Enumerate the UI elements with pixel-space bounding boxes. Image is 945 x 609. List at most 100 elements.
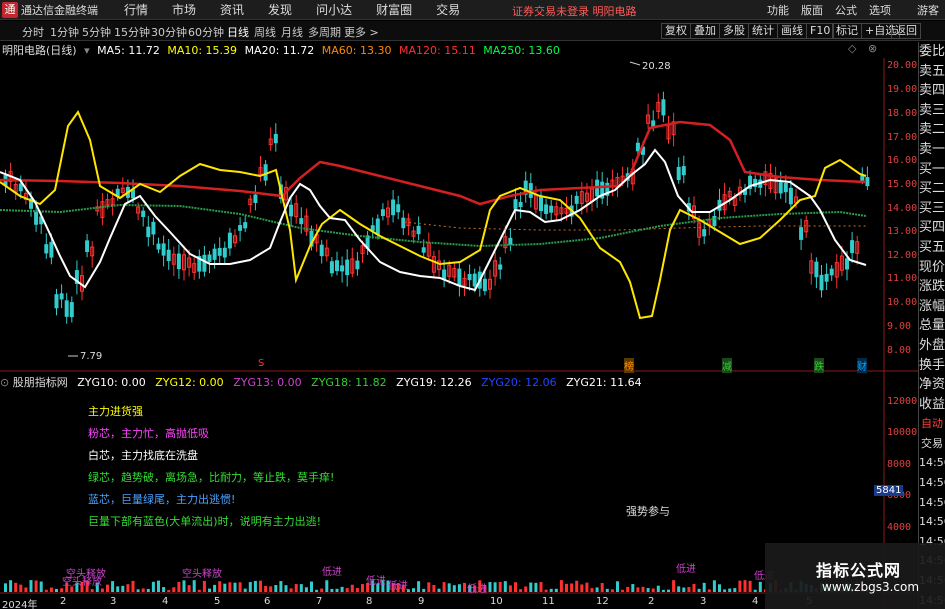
f10-button[interactable]: F10 bbox=[806, 23, 835, 39]
menu-item-trade[interactable]: 交易 bbox=[424, 1, 472, 18]
side-item[interactable]: 卖五 bbox=[919, 62, 945, 82]
tab-daily[interactable]: 日线 bbox=[227, 24, 249, 40]
menu-function[interactable]: 功能 bbox=[761, 2, 795, 18]
tab-multi-period[interactable]: 多周期 bbox=[308, 24, 341, 40]
indicator-bar bbox=[106, 584, 109, 592]
candle-body bbox=[44, 244, 49, 254]
side-item[interactable]: 收益 bbox=[919, 395, 945, 415]
candle-body bbox=[243, 222, 248, 229]
menu-formula[interactable]: 公式 bbox=[829, 2, 863, 18]
tab-monthly[interactable]: 月线 bbox=[281, 24, 303, 40]
side-item[interactable]: 外盘 bbox=[919, 336, 945, 356]
restore-rights-button[interactable]: 复权 bbox=[661, 23, 691, 39]
side-item[interactable]: 交易 bbox=[919, 434, 945, 454]
side-item[interactable]: 卖四 bbox=[919, 81, 945, 101]
zyg19-label: ZYG19: 12.26 bbox=[396, 376, 472, 389]
side-item[interactable]: 14:56 bbox=[919, 493, 945, 513]
multi-stock-button[interactable]: 多股 bbox=[719, 23, 749, 39]
note-3: 白芯，主力找底在洗盘 bbox=[88, 449, 198, 462]
tab-60min[interactable]: 60分钟 bbox=[188, 24, 224, 40]
ma5-line bbox=[0, 148, 867, 292]
side-item[interactable]: 卖三 bbox=[919, 101, 945, 121]
side-item[interactable]: 卖二 bbox=[919, 120, 945, 140]
side-item[interactable]: 买三 bbox=[919, 199, 945, 219]
menu-item-news[interactable]: 资讯 bbox=[208, 1, 256, 18]
side-item[interactable]: 卖一 bbox=[919, 140, 945, 160]
legend-toggle-icon[interactable]: ▾ bbox=[84, 44, 90, 57]
indicator-bar bbox=[447, 583, 451, 592]
indicator-bar bbox=[631, 584, 635, 592]
candle-body bbox=[401, 217, 406, 229]
note-5: 蓝芯，巨量绿尾，主力出逃惯! bbox=[88, 493, 236, 506]
draw-line-button[interactable]: 画线 bbox=[777, 23, 807, 39]
side-item[interactable]: 14:56 bbox=[919, 512, 945, 532]
chart-settings-icon[interactable]: ◇ bbox=[848, 42, 856, 55]
side-item[interactable]: 换手 bbox=[919, 356, 945, 376]
back-button[interactable]: 返回 bbox=[891, 23, 921, 39]
side-item[interactable]: 净资 bbox=[919, 375, 945, 395]
candle-body bbox=[141, 210, 146, 217]
marker-rank[interactable]: 榜 bbox=[624, 358, 634, 373]
side-item[interactable]: 买四 bbox=[919, 218, 945, 238]
menu-guest[interactable]: 游客 bbox=[911, 2, 945, 18]
note-1: 主力进货强 bbox=[88, 405, 143, 418]
tab-5min[interactable]: 5分钟 bbox=[82, 24, 111, 40]
side-item[interactable]: 涨幅 bbox=[919, 297, 945, 317]
candle-body bbox=[513, 199, 518, 209]
mark-button[interactable]: 标记 bbox=[832, 23, 862, 39]
indicator-bar bbox=[442, 582, 446, 592]
indicator-bar bbox=[248, 582, 252, 592]
price-tick: 8.00 bbox=[887, 345, 912, 356]
date-tick: 10 bbox=[490, 596, 503, 607]
indicator-bar bbox=[44, 589, 48, 592]
tab-1min[interactable]: 1分钟 bbox=[50, 24, 79, 40]
indicator-bar bbox=[758, 581, 762, 592]
date-tick: 3 bbox=[700, 596, 707, 607]
indicator-bar bbox=[544, 589, 548, 592]
tab-more[interactable]: 更多 > bbox=[344, 24, 379, 40]
menu-item-quotes[interactable]: 行情 bbox=[112, 1, 160, 18]
date-tick: 6 bbox=[264, 596, 271, 607]
candle-body bbox=[635, 142, 640, 152]
indicator-bar bbox=[157, 580, 160, 592]
main-menu: 行情 市场 资讯 发现 问小达 财富圈 交易 bbox=[112, 1, 472, 18]
tab-timeshare[interactable]: 分时 bbox=[22, 24, 44, 40]
stats-button[interactable]: 统计 bbox=[748, 23, 778, 39]
overlay-button[interactable]: 叠加 bbox=[690, 23, 720, 39]
tag-low-entry-5: 低进 bbox=[676, 564, 696, 575]
marker-finance[interactable]: 财 bbox=[857, 358, 867, 373]
marker-s[interactable]: S bbox=[258, 358, 264, 369]
menu-item-market[interactable]: 市场 bbox=[160, 1, 208, 18]
watermark-url: www.zbgs3.com bbox=[822, 580, 920, 594]
marker-reduce[interactable]: 减 bbox=[722, 358, 732, 373]
candle-body bbox=[865, 177, 870, 187]
indicator-name: 股朋指标网 bbox=[12, 376, 68, 389]
menu-item-ask[interactable]: 问小达 bbox=[304, 1, 364, 18]
side-item[interactable]: 14:56 bbox=[919, 453, 945, 473]
side-item[interactable]: 14:56 bbox=[919, 473, 945, 493]
side-item[interactable]: 买一 bbox=[919, 160, 945, 180]
indicator-bar bbox=[718, 584, 721, 592]
side-item[interactable]: 委比 bbox=[919, 42, 945, 62]
side-item[interactable]: 总量 bbox=[919, 316, 945, 336]
menu-options[interactable]: 选项 bbox=[863, 2, 897, 18]
indicator-bar bbox=[100, 588, 104, 592]
close-panel-icon[interactable]: ⊗ bbox=[868, 42, 877, 55]
tab-30min[interactable]: 30分钟 bbox=[151, 24, 187, 40]
menu-item-discover[interactable]: 发现 bbox=[256, 1, 304, 18]
side-item[interactable]: 现价 bbox=[919, 258, 945, 278]
side-item[interactable]: 自动 bbox=[919, 414, 945, 434]
side-item[interactable]: 涨跌 bbox=[919, 277, 945, 297]
indicator-bar bbox=[493, 582, 497, 592]
marker-fall[interactable]: 跌 bbox=[814, 358, 824, 373]
menu-item-wealth[interactable]: 财富圈 bbox=[364, 1, 424, 18]
ind-axis-4000: 4000 bbox=[887, 522, 912, 533]
tab-weekly[interactable]: 周线 bbox=[254, 24, 276, 40]
side-item[interactable]: 买二 bbox=[919, 179, 945, 199]
side-item[interactable]: 买五 bbox=[919, 238, 945, 258]
indicator-bar bbox=[514, 582, 517, 592]
menu-layout[interactable]: 版面 bbox=[795, 2, 829, 18]
candle-body bbox=[498, 264, 503, 270]
tab-15min[interactable]: 15分钟 bbox=[114, 24, 150, 40]
indicator-toggle-icon[interactable]: ⊙ bbox=[0, 376, 9, 389]
